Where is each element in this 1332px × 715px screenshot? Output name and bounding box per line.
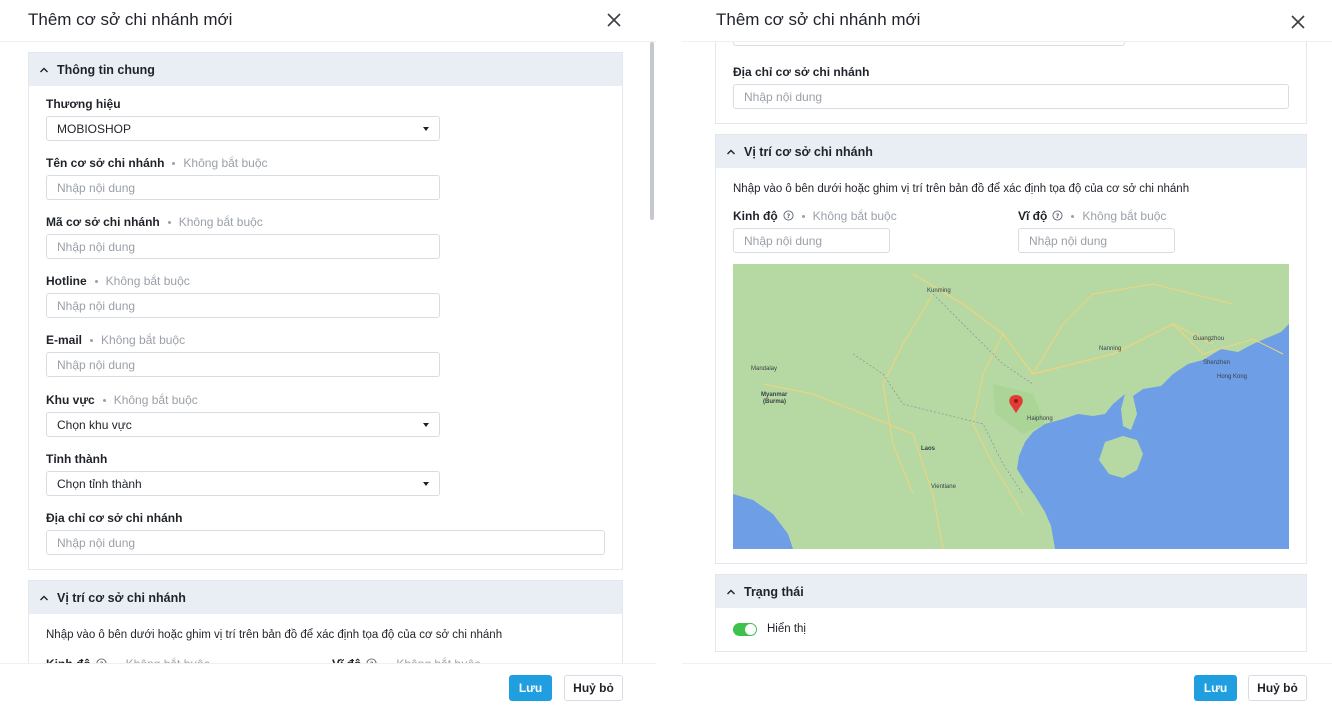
status-title: Trạng thái [744,584,804,599]
location-title: Vị trí cơ sở chi nhánh [744,144,873,159]
toggle-knob [745,624,756,635]
longitude-input[interactable]: Nhập nội dung [733,228,890,253]
cancel-button[interactable]: Huỷ bỏ [564,675,623,701]
svg-text:?: ? [786,212,790,220]
province-select-value: Chọn tỉnh thành [57,476,142,491]
chevron-up-icon [727,589,735,594]
location-title: Vị trí cơ sở chi nhánh [57,590,186,605]
latitude-label: Vĩ độ?Không bắt buộc [1018,209,1167,223]
placeholder-text: Nhập nội dung [1029,233,1108,248]
hotline-input[interactable]: Nhập nội dung [46,293,440,318]
address-input[interactable]: Nhập nội dung [733,84,1289,109]
panel-gap [656,0,682,715]
placeholder-text: Nhập nội dung [57,180,136,195]
status-section: Trạng thái Hiển thị [715,574,1307,652]
help-circle-icon[interactable]: ? [783,210,794,221]
placeholder-text: Nhập nội dung [744,89,823,104]
region-select[interactable]: Chọn khu vực [46,412,440,437]
dropdown-caret-icon [423,482,429,486]
map-label-shenzhen: Shenzhen [1203,360,1231,366]
add-branch-dialog-right: Thêm cơ sở chi nhánh mới Địa chỉ cơ sở c… [682,0,1332,715]
branch-code-input[interactable]: Nhập nội dung [46,234,440,259]
dialog-body: Thông tin chung Thương hiệu MOBIOSHOP Tê… [0,42,656,663]
map-label-vientiane: Vientiane [931,484,956,490]
brand-label: Thương hiệu [46,97,121,111]
map-label-kunming: Kunming [927,288,951,294]
map-label-myanmar: Myanmar [761,392,788,398]
dialog-title: Thêm cơ sở chi nhánh mới [28,10,233,29]
location-description: Nhập vào ô bên dưới hoặc ghim vị trí trê… [46,629,503,641]
dropdown-caret-icon [423,127,429,131]
location-section: Vị trí cơ sở chi nhánh Nhập vào ô bên dư… [28,580,623,663]
email-input[interactable]: Nhập nội dung [46,352,440,377]
brand-select-value: MOBIOSHOP [57,121,132,136]
location-header[interactable]: Vị trí cơ sở chi nhánh [29,581,622,614]
branch-code-label: Mã cơ sở chi nhánh Không bắt buộc [46,215,263,229]
location-map[interactable]: Kunming Nanning Guangzhou Shenzhen Hong … [733,264,1289,549]
hotline-label: Hotline Không bắt buộc [46,274,190,288]
dialog-footer: Lưu Huỷ bỏ [0,663,656,715]
general-info-section: Thông tin chung Thương hiệu MOBIOSHOP Tê… [28,52,623,570]
close-icon[interactable] [602,8,626,32]
address-input[interactable]: Nhập nội dung [46,530,605,555]
placeholder-text: Nhập nội dung [744,233,823,248]
scrollbar-thumb[interactable] [650,42,654,220]
map-graphic [733,264,1289,549]
help-circle-icon[interactable]: ? [1052,210,1063,221]
svg-text:?: ? [1056,212,1060,220]
province-label: Tỉnh thành [46,452,108,466]
address-label: Địa chỉ cơ sở chi nhánh [46,511,183,525]
status-header[interactable]: Trạng thái [716,575,1306,608]
dialog-header: Thêm cơ sở chi nhánh mới [0,0,656,42]
placeholder-text: Nhập nội dung [57,298,136,313]
location-section: Vị trí cơ sở chi nhánh Nhập vào ô bên dư… [715,134,1307,564]
branch-name-label: Tên cơ sở chi nhánh Không bắt buộc [46,156,268,170]
dropdown-caret-icon [423,423,429,427]
dialog-footer: Lưu Huỷ bỏ [682,663,1332,715]
placeholder-text: Nhập nội dung [57,239,136,254]
general-info-section-tail: Địa chỉ cơ sở chi nhánh Nhập nội dung [715,42,1307,124]
province-select[interactable]: Chọn tỉnh thành [46,471,440,496]
location-header[interactable]: Vị trí cơ sở chi nhánh [716,135,1306,168]
branch-name-input[interactable]: Nhập nội dung [46,175,440,200]
map-label-guangzhou: Guangzhou [1193,336,1225,342]
dialog-body: Địa chỉ cơ sở chi nhánh Nhập nội dung Vị… [682,42,1332,663]
region-label: Khu vực Không bắt buộc [46,393,198,407]
visible-toggle[interactable] [733,623,757,636]
placeholder-text: Nhập nội dung [57,535,136,550]
address-label: Địa chỉ cơ sở chi nhánh [733,65,870,79]
location-description: Nhập vào ô bên dưới hoặc ghim vị trí trê… [733,183,1190,195]
chevron-up-icon [40,595,48,600]
general-info-title: Thông tin chung [57,62,155,77]
province-select-partial[interactable] [733,42,1125,46]
region-select-value: Chọn khu vực [57,417,132,432]
dialog-title: Thêm cơ sở chi nhánh mới [716,10,921,29]
map-label-laos: Laos [921,446,936,452]
latitude-input[interactable]: Nhập nội dung [1018,228,1175,253]
visible-label: Hiển thị [767,623,806,635]
map-label-hong-kong: Hong Kong [1217,374,1248,380]
map-label-nanning: Nanning [1099,346,1122,352]
map-label-haiphong: Haiphong [1027,416,1053,422]
brand-select[interactable]: MOBIOSHOP [46,116,440,141]
chevron-up-icon [40,67,48,72]
close-icon[interactable] [1286,10,1310,34]
dialog-header: Thêm cơ sở chi nhánh mới [682,0,1332,42]
map-label-mandalay: Mandalay [751,366,778,372]
add-branch-dialog-left: Thêm cơ sở chi nhánh mới Thông tin chung… [0,0,656,715]
chevron-up-icon [727,149,735,154]
save-button[interactable]: Lưu [1194,675,1237,701]
save-button[interactable]: Lưu [509,675,552,701]
map-label-burma: (Burma) [763,399,787,405]
email-label: E-mail Không bắt buộc [46,333,186,347]
placeholder-text: Nhập nội dung [57,357,136,372]
longitude-label: Kinh độ?Không bắt buộc [733,209,897,223]
general-info-header[interactable]: Thông tin chung [29,53,622,86]
cancel-button[interactable]: Huỷ bỏ [1248,675,1307,701]
